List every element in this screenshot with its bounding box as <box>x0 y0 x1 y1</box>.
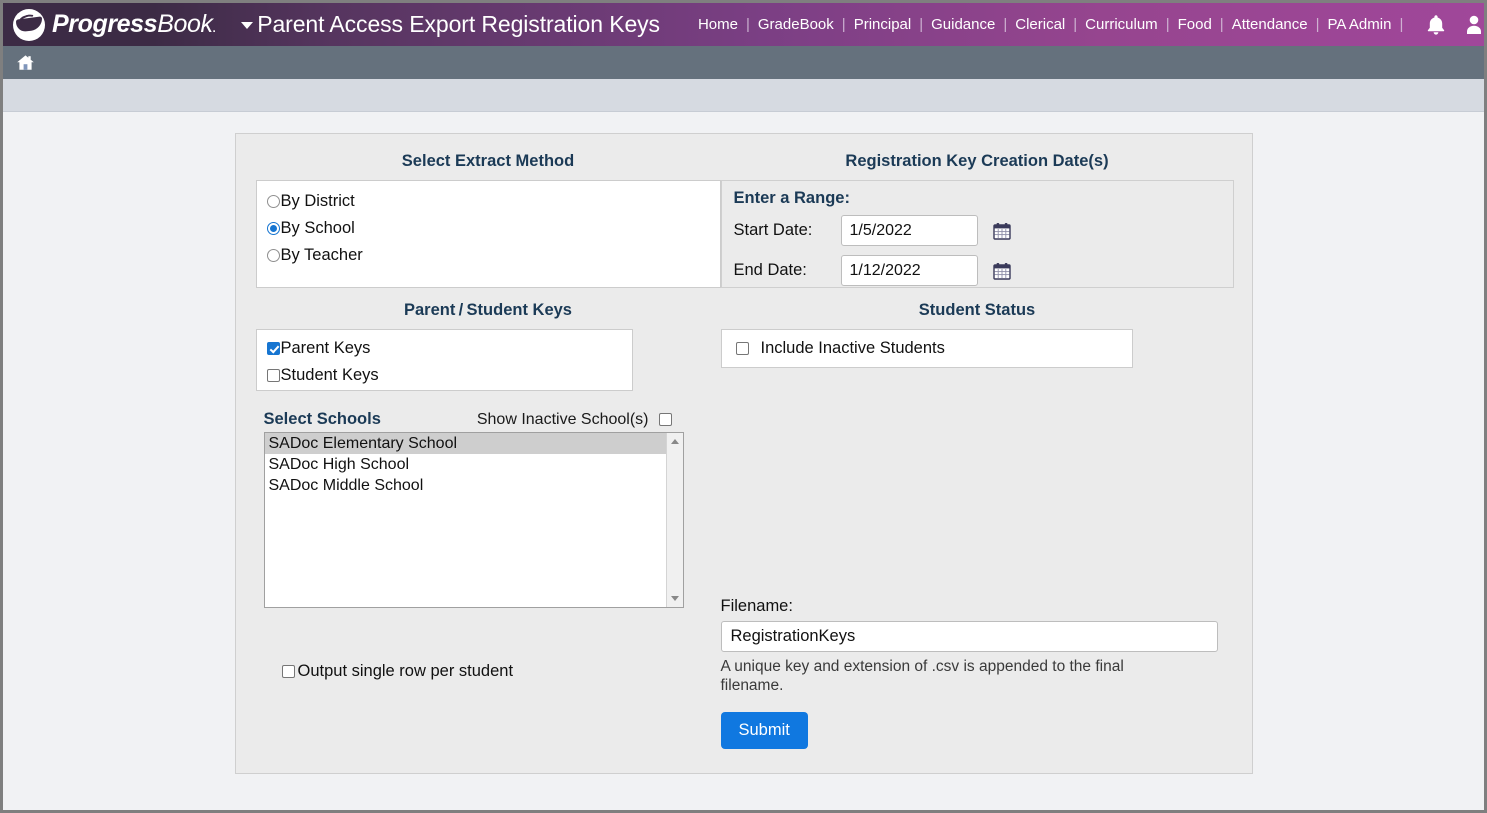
start-date-row: Start Date: <box>734 215 1221 246</box>
extract-method-group: By District By School By Teacher <box>255 180 721 288</box>
select-schools-header: Select Schools Show Inactive School(s) <box>256 410 676 429</box>
radio-by-district[interactable]: By District <box>266 188 710 215</box>
progressbook-logo-icon <box>13 8 45 41</box>
date-range-group: Enter a Range: Start Date: 1/5/2022 End … <box>720 180 1234 288</box>
parent-student-keys-group: Parent Keys Student Keys <box>255 329 633 391</box>
scroll-up-arrow-icon[interactable] <box>667 433 683 450</box>
main-navigation: Home | GradeBook | Principal | Guidance … <box>690 16 1403 33</box>
radio-by-district-label: By District <box>280 192 355 210</box>
page-title: Parent Access Export Registration Keys <box>257 11 660 37</box>
nav-item-guidance[interactable]: Guidance <box>923 16 1003 33</box>
checkbox-output-single-row-input[interactable] <box>281 665 295 678</box>
radio-by-school-label: By School <box>280 219 355 237</box>
extract-method-title: Select Extract Method <box>401 152 575 170</box>
breadcrumb-band <box>3 79 1484 112</box>
brand-tm: . <box>212 23 216 35</box>
list-item[interactable]: SADoc Elementary School <box>264 433 666 454</box>
nav-separator: | <box>1315 16 1320 33</box>
nav-item-pa-admin[interactable]: PA Admin <box>1320 16 1400 33</box>
filename-input[interactable] <box>720 621 1218 652</box>
user-icon[interactable] <box>1464 13 1484 37</box>
output-single-row-label: Output single row per student <box>297 662 514 680</box>
progressbook-logo[interactable]: ProgressBook. <box>13 8 229 41</box>
start-date-label: Start Date: <box>733 221 813 239</box>
parent-student-keys-title: Parent / Student Keys <box>404 301 572 319</box>
submit-button[interactable]: Submit <box>720 712 808 749</box>
checkbox-show-inactive-schools[interactable]: Show Inactive School(s) <box>477 410 676 429</box>
filename-section: Filename: A unique key and extension of … <box>720 597 1234 749</box>
creation-dates-title: Registration Key Creation Date(s) <box>845 152 1109 170</box>
nav-item-food[interactable]: Food <box>1170 16 1220 33</box>
checkbox-parent-keys-input[interactable] <box>266 342 280 355</box>
nav-separator: | <box>1073 16 1078 33</box>
schools-listbox-items: SADoc Elementary School SADoc High Schoo… <box>264 433 666 607</box>
calendar-icon[interactable] <box>992 262 1011 280</box>
end-date-input[interactable] <box>840 255 978 286</box>
nav-item-gradebook[interactable]: GradeBook <box>750 16 842 33</box>
calendar-icon[interactable] <box>992 222 1011 240</box>
checkbox-parent-keys[interactable]: Parent Keys <box>266 335 622 362</box>
top-header-bar: ProgressBook. Parent Access Export Regis… <box>3 3 1484 46</box>
enter-range-label: Enter a Range: <box>733 189 850 207</box>
filename-label: Filename: <box>720 597 793 615</box>
checkbox-student-keys[interactable]: Student Keys <box>266 362 622 389</box>
header-icon-group: ? <box>1425 13 1484 37</box>
select-schools-label: Select Schools <box>263 410 381 428</box>
filename-help-text: A unique key and extension of .csv is ap… <box>720 658 1124 694</box>
right-column: Registration Key Creation Date(s) Enter … <box>720 146 1234 749</box>
schools-listbox-scrollbar[interactable] <box>665 433 683 607</box>
nav-item-principal[interactable]: Principal <box>846 16 920 33</box>
checkbox-output-single-row[interactable]: Output single row per student <box>278 662 721 681</box>
brand-bold: Progress <box>52 10 158 38</box>
list-item[interactable]: SADoc Middle School <box>265 475 666 496</box>
nav-separator: | <box>841 16 846 33</box>
application-window: ProgressBook. Parent Access Export Regis… <box>0 0 1487 813</box>
radio-by-teacher-label: By Teacher <box>280 246 363 264</box>
nav-separator: | <box>1165 16 1170 33</box>
nav-separator: | <box>919 16 924 33</box>
radio-by-teacher-input[interactable] <box>266 249 280 262</box>
content-area: Select Extract Method By District By Sch… <box>3 112 1484 810</box>
list-item[interactable]: SADoc High School <box>265 454 666 475</box>
nav-item-home[interactable]: Home <box>690 16 746 33</box>
export-form-panel: Select Extract Method By District By Sch… <box>234 133 1253 774</box>
checkbox-include-inactive-students-input[interactable] <box>735 342 749 355</box>
left-column: Select Extract Method By District By Sch… <box>255 146 721 749</box>
student-status-title: Student Status <box>918 301 1036 319</box>
nav-separator: | <box>745 16 750 33</box>
checkbox-include-inactive-students[interactable]: Include Inactive Students <box>720 329 1133 368</box>
nav-item-clerical[interactable]: Clerical <box>1007 16 1073 33</box>
nav-separator: | <box>1219 16 1224 33</box>
checkbox-student-keys-input[interactable] <box>266 369 280 382</box>
checkbox-show-inactive-schools-input[interactable] <box>658 413 672 426</box>
home-icon[interactable] <box>16 54 35 72</box>
nav-separator: | <box>1003 16 1008 33</box>
nav-item-curriculum[interactable]: Curriculum <box>1077 16 1166 33</box>
schools-listbox[interactable]: SADoc Elementary School SADoc High Schoo… <box>263 432 684 608</box>
checkbox-parent-keys-label: Parent Keys <box>280 339 371 357</box>
secondary-toolbar <box>3 46 1484 79</box>
radio-by-teacher[interactable]: By Teacher <box>266 242 710 269</box>
start-date-input[interactable] <box>840 215 978 246</box>
radio-by-school[interactable]: By School <box>266 215 710 242</box>
brand-light: Book <box>157 10 213 38</box>
end-date-row: End Date: <box>734 255 1221 286</box>
nav-separator: | <box>1399 16 1404 33</box>
radio-by-school-input[interactable] <box>266 222 280 235</box>
include-inactive-students-label: Include Inactive Students <box>760 339 945 357</box>
chevron-down-icon[interactable] <box>241 22 254 29</box>
end-date-label: End Date: <box>733 261 807 279</box>
show-inactive-schools-label: Show Inactive School(s) <box>476 410 649 428</box>
nav-item-attendance[interactable]: Attendance <box>1224 16 1316 33</box>
page-title-menu[interactable]: Parent Access Export Registration Keys <box>241 11 660 38</box>
scroll-down-arrow-icon[interactable] <box>667 590 683 607</box>
progressbook-wordmark: ProgressBook. <box>52 10 216 39</box>
bell-icon[interactable] <box>1425 13 1447 37</box>
checkbox-student-keys-label: Student Keys <box>280 366 379 384</box>
radio-by-district-input[interactable] <box>266 195 280 208</box>
